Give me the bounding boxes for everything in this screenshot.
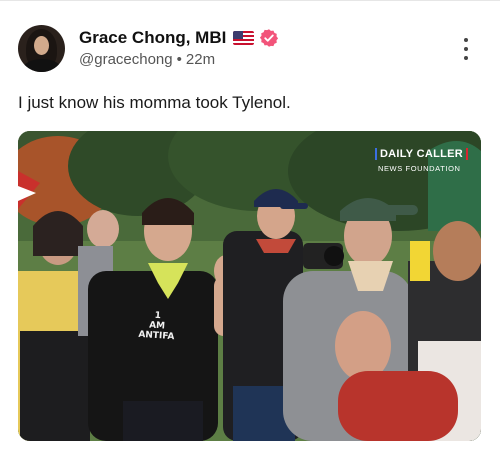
post-image[interactable]: [18, 131, 481, 441]
author-name-row: Grace Chong, MBI: [79, 27, 279, 49]
author-handle[interactable]: @gracechong: [79, 51, 173, 68]
us-flag-icon: [233, 31, 255, 45]
author-avatar[interactable]: [18, 25, 65, 72]
watermark-subtitle: NEWS FOUNDATION: [377, 164, 461, 173]
shirt-print-text: 1 AM ANTIFA: [138, 310, 176, 342]
post-card: Grace Chong, MBI @gracechong • 22m I just …: [0, 0, 500, 458]
author-meta: @gracechong • 22m: [79, 51, 215, 68]
daily-caller-watermark: DAILY CALLER NEWS FOUNDATION: [374, 148, 468, 173]
verified-badge-icon: [260, 29, 279, 47]
avatar-shoulders: [22, 59, 62, 72]
post-timestamp[interactable]: 22m: [186, 51, 215, 68]
more-vertical-icon[interactable]: [458, 38, 474, 60]
post-body-text: I just know his momma took Tylenol.: [18, 93, 291, 112]
watermark-title: DAILY CALLER: [374, 148, 468, 160]
avatar-face: [34, 36, 49, 55]
photo-illustration: [18, 131, 481, 441]
meta-separator: •: [176, 51, 182, 68]
author-display-name[interactable]: Grace Chong, MBI: [79, 28, 226, 48]
